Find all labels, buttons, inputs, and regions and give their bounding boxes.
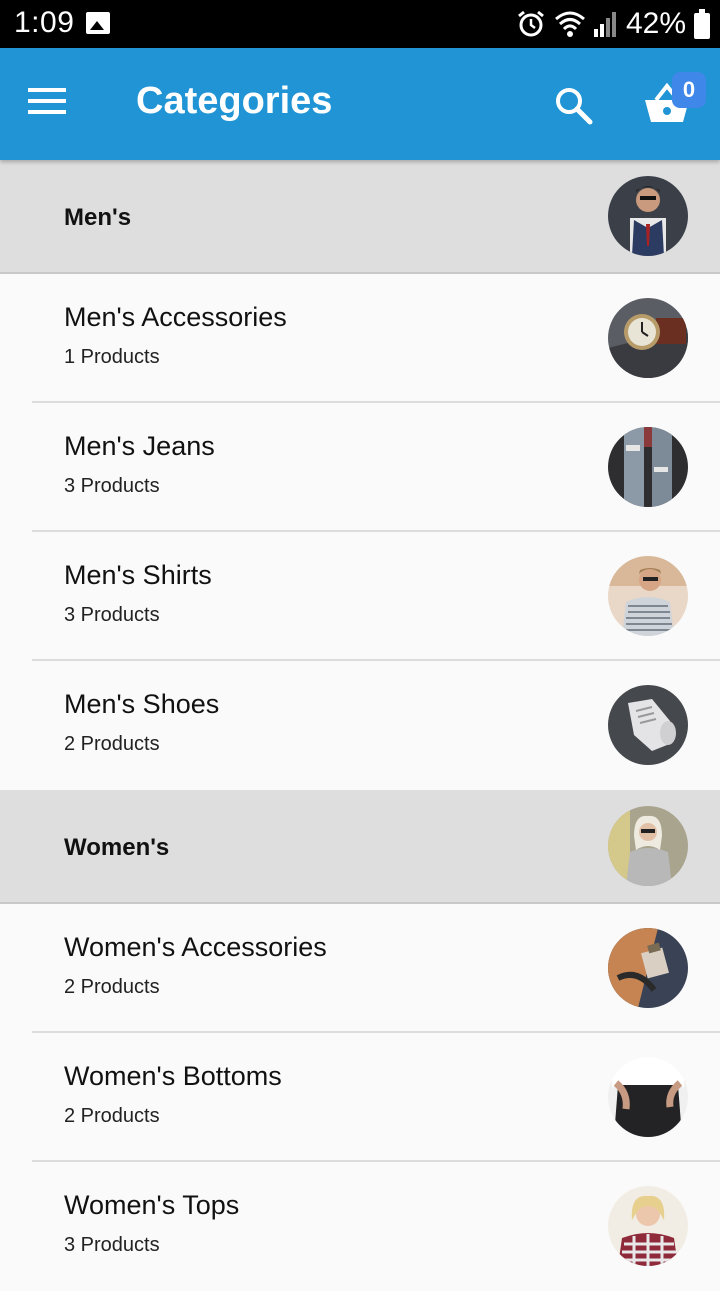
product-count: 2 Products	[64, 976, 160, 998]
mens-category-image	[608, 176, 688, 256]
signal-icon	[593, 12, 616, 37]
product-count: 3 Products	[64, 1234, 160, 1256]
alarm-icon	[518, 10, 544, 37]
category-name: Men's Shoes	[64, 689, 220, 719]
app-bar: Categories	[0, 48, 720, 160]
list-item[interactable]: Men's Shirts 3 Products	[0, 532, 720, 661]
product-count: 3 Products	[64, 604, 160, 626]
category-name: Men's Accessories	[64, 302, 287, 332]
mens-shirts-image	[608, 556, 688, 636]
womens-category-image	[608, 806, 688, 886]
page-title: Categories	[136, 80, 333, 122]
product-count: 2 Products	[64, 733, 160, 755]
wifi-icon	[554, 11, 585, 37]
list-item[interactable]: Men's Jeans 3 Products	[0, 403, 720, 532]
image-notification-icon	[86, 12, 110, 34]
status-bar: 1:09 42%	[0, 0, 720, 48]
battery-icon	[694, 9, 710, 39]
womens-tops-image	[608, 1186, 688, 1266]
search-icon[interactable]	[552, 84, 596, 128]
womens-bottoms-image	[608, 1057, 688, 1137]
mens-shoes-image	[608, 685, 688, 765]
womens-accessories-image	[608, 928, 688, 1008]
section-header-womens[interactable]: Women's	[0, 790, 720, 904]
mens-accessories-image	[608, 298, 688, 378]
category-name: Women's Bottoms	[64, 1061, 282, 1091]
category-name: Women's Accessories	[64, 932, 327, 962]
list-item[interactable]: Men's Shoes 2 Products	[0, 661, 720, 790]
product-count: 3 Products	[64, 475, 160, 497]
battery-percent: 42%	[625, 7, 686, 40]
section-label: Women's	[64, 834, 170, 861]
list-item[interactable]: Men's Accessories 1 Products	[0, 274, 720, 403]
list-item[interactable]: Women's Bottoms 2 Products	[0, 1033, 720, 1162]
mens-jeans-image	[608, 427, 688, 507]
list-item[interactable]: Women's Tops 3 Products	[0, 1162, 720, 1291]
category-name: Men's Shirts	[64, 560, 212, 590]
list-item[interactable]: Women's Accessories 2 Products	[0, 904, 720, 1033]
product-count: 1 Products	[64, 346, 160, 368]
status-time: 1:09	[14, 6, 75, 39]
cart-count-badge: 0	[672, 72, 706, 108]
product-count: 2 Products	[64, 1105, 160, 1127]
category-name: Men's Jeans	[64, 431, 215, 461]
category-list: Men's Men's Accessories 1 Products Men's…	[0, 160, 720, 1291]
menu-icon[interactable]	[28, 88, 68, 118]
section-header-mens[interactable]: Men's	[0, 160, 720, 274]
status-right: 42%	[516, 6, 710, 42]
category-name: Women's Tops	[64, 1190, 240, 1220]
section-label: Men's	[64, 204, 132, 231]
